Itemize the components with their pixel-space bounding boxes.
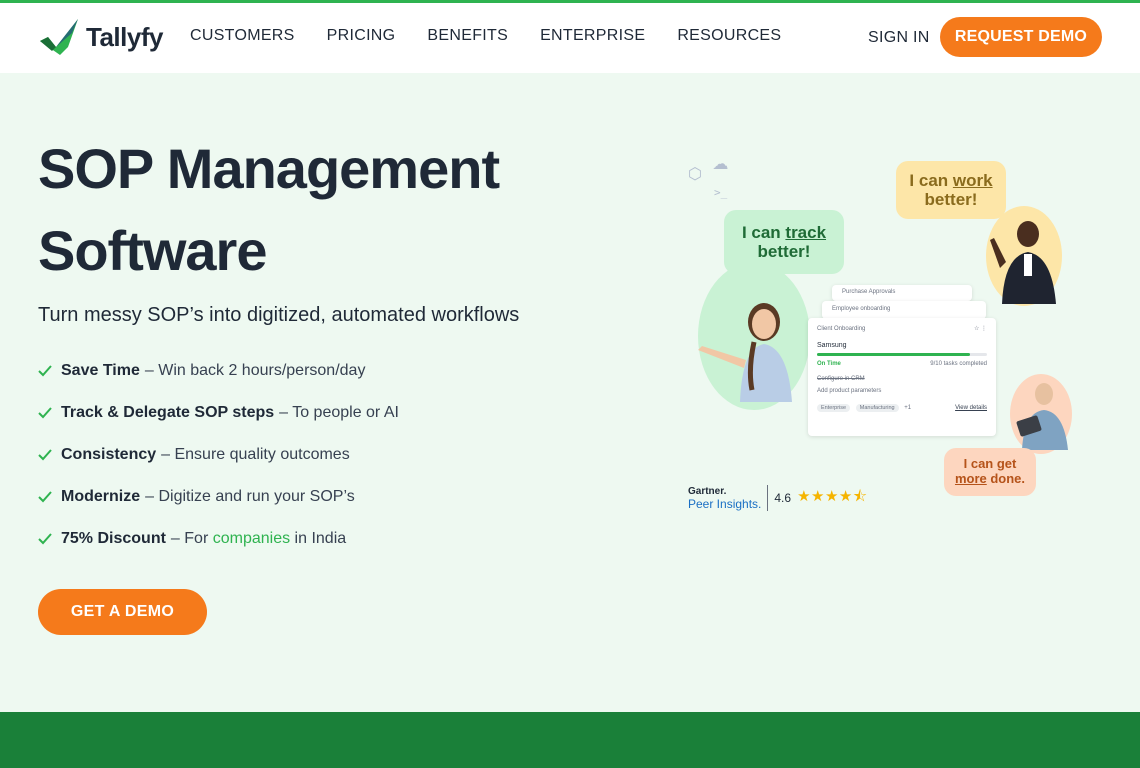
benefit-text: in India (294, 530, 347, 547)
list-item: Modernize – Digitize and run your SOP’s (38, 486, 399, 508)
benefit-title: Track & Delegate SOP steps (61, 404, 275, 421)
speech-bubble-more: I can get more done. (944, 448, 1036, 496)
speech-bubble-work: I can work better! (896, 161, 1006, 219)
benefit-title: Save Time (61, 362, 140, 379)
benefit-text: – Digitize and run your SOP’s (145, 488, 355, 505)
tag: Enterprise (817, 404, 851, 412)
man-tablet-image (1016, 383, 1068, 450)
rating-score: 4.6 (774, 491, 792, 505)
benefits-list: Save Time – Win back 2 hours/person/day … (38, 360, 399, 570)
gartner-rating[interactable]: Gartner. Peer Insights. 4.6 ★★★★⯪ (688, 485, 868, 511)
section-band (0, 712, 1140, 768)
main-nav: CUSTOMERS PRICING BENEFITS ENTERPRISE RE… (190, 27, 781, 45)
logo-check-icon (40, 19, 78, 55)
speech-bubble-track: I can track better! (724, 210, 844, 274)
site-header: Tallyfy CUSTOMERS PRICING BENEFITS ENTER… (0, 3, 1140, 73)
list-item: 75% Discount – For companies in India (38, 528, 399, 550)
cube-icon: ⬡ (688, 166, 702, 183)
bubble-emphasis: track (785, 223, 827, 242)
benefit-title: Modernize (61, 488, 141, 505)
bubble-emphasis: more (954, 471, 987, 486)
check-icon (38, 449, 52, 461)
list-item: Consistency – Ensure quality outcomes (38, 444, 399, 466)
process-card: Client Onboarding ☆ ⋮ Samsung On Time 9/… (808, 318, 996, 436)
terminal-icon: >_ (714, 186, 728, 199)
card-title: Client Onboarding (817, 325, 866, 332)
check-icon (38, 533, 52, 545)
benefit-text: – Ensure quality outcomes (161, 446, 350, 463)
divider (767, 485, 769, 511)
star-icon: ☆ ⋮ (973, 326, 987, 332)
process-card-back: Purchase Approvals (832, 285, 972, 301)
card-company: Samsung (817, 342, 847, 349)
bubble-text: I can (909, 171, 953, 190)
nav-benefits[interactable]: BENEFITS (427, 27, 508, 45)
tag: Manufacturing (855, 404, 899, 412)
gartner-logo: Gartner. Peer Insights. (688, 486, 761, 510)
bubble-text: I can get (963, 456, 1017, 471)
bubble-text: done. (986, 471, 1026, 486)
card-title: Employee onboarding (832, 306, 891, 312)
progress-bar (817, 353, 987, 356)
logo-text: Tallyfy (86, 21, 163, 52)
tag-list: Enterprise Manufacturing +1 (817, 404, 911, 412)
progress-fill (817, 353, 970, 356)
bubble-emphasis: work (952, 171, 993, 190)
list-item: Track & Delegate SOP steps – To people o… (38, 402, 399, 424)
task-item: Configure in CRM (817, 376, 865, 382)
nav-customers[interactable]: CUSTOMERS (190, 27, 295, 45)
benefit-title: 75% Discount (61, 530, 166, 547)
check-icon (38, 491, 52, 503)
hero-illustration: ⬡ ☁ >_ I can track better! I can work be… (680, 150, 1080, 530)
woman-pointing-image (698, 303, 792, 402)
hero-subtitle: Turn messy SOP’s into digitized, automat… (38, 304, 520, 326)
more-tags: +1 (904, 405, 912, 411)
check-icon (38, 407, 52, 419)
benefit-text: – Win back 2 hours/person/day (144, 362, 366, 379)
nav-resources[interactable]: RESOURCES (677, 27, 781, 45)
logo[interactable]: Tallyfy (38, 17, 163, 57)
task-item: Add product parameters (817, 388, 882, 394)
bubble-text: I can (741, 223, 786, 242)
peer-insights-name: Peer Insights. (688, 497, 762, 511)
cloud-icon: ☁ (712, 156, 729, 173)
bubble-text: better! (924, 190, 978, 209)
card-title: Purchase Approvals (842, 289, 896, 295)
benefit-text: – For (170, 530, 209, 547)
list-item: Save Time – Win back 2 hours/person/day (38, 360, 399, 382)
benefit-text: – To people or AI (279, 404, 399, 421)
benefit-title: Consistency (61, 446, 157, 463)
companies-link[interactable]: companies (213, 530, 290, 548)
request-demo-button[interactable]: REQUEST DEMO (940, 17, 1102, 57)
sign-in-link[interactable]: SIGN IN (868, 29, 930, 47)
man-suit-image (990, 221, 1056, 304)
page-title: SOP Management Software (38, 137, 500, 282)
bubble-text: better! (757, 242, 811, 261)
nav-pricing[interactable]: PRICING (327, 27, 396, 45)
check-icon (38, 365, 52, 377)
view-details-link: View details (955, 405, 987, 411)
status-badge: On Time (817, 361, 841, 367)
decorative-icons: ⬡ ☁ >_ (688, 156, 728, 199)
process-card-back: Employee onboarding (822, 301, 986, 319)
get-demo-button[interactable]: GET A DEMO (38, 589, 207, 635)
rating-stars: ★★★★⯪ (797, 487, 868, 505)
nav-enterprise[interactable]: ENTERPRISE (540, 27, 645, 45)
task-count: 9/10 tasks completed (930, 361, 987, 367)
